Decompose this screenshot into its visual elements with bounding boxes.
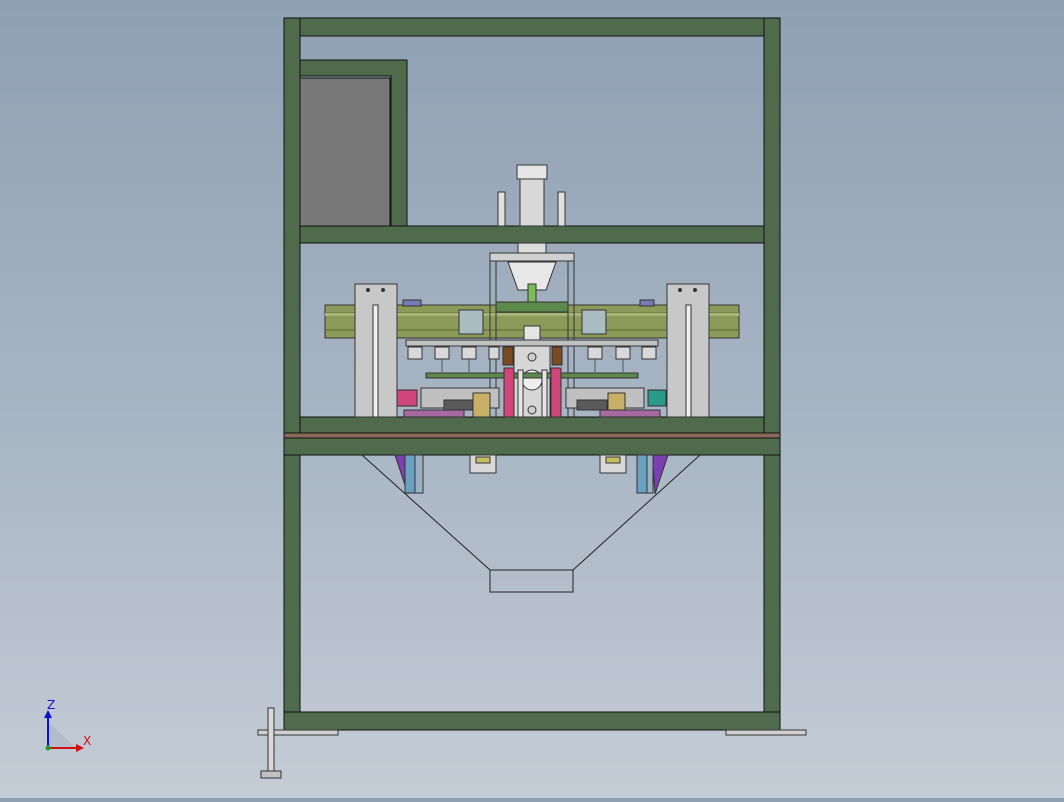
- cad-viewport[interactable]: Z X: [0, 0, 1064, 798]
- origin-icon: [45, 745, 51, 751]
- control-panel: [299, 77, 391, 227]
- axis-x-label: X: [83, 734, 92, 748]
- axis-z-label: Z: [47, 698, 56, 712]
- hopper-brackets: [394, 454, 669, 495]
- view-triad: [44, 710, 84, 752]
- machine-front-view: [44, 17, 807, 779]
